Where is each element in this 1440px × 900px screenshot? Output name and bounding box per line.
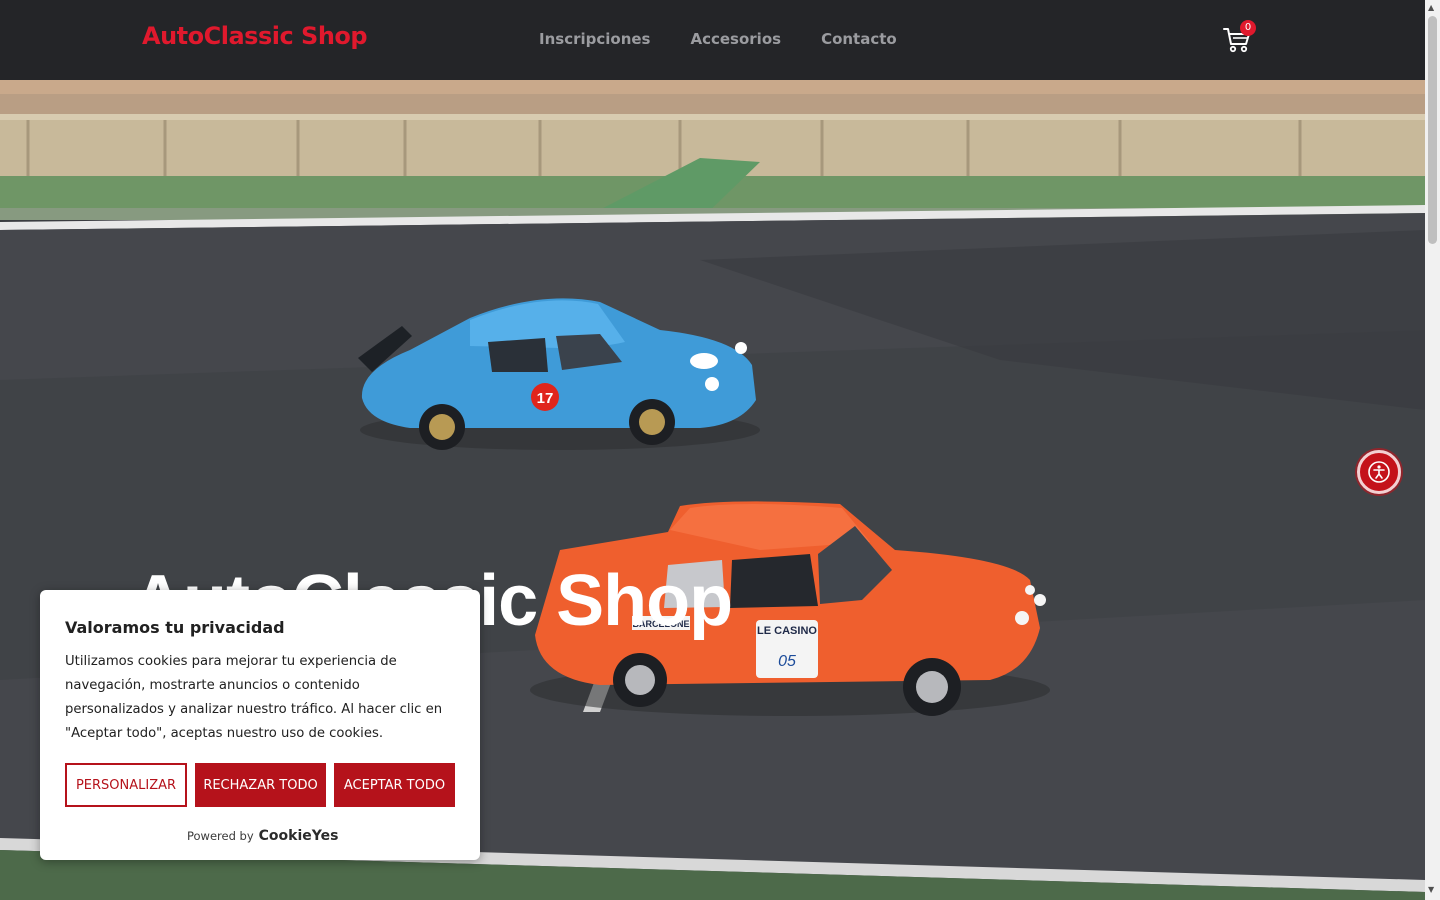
orange-car-plate: LE CASINO [757, 625, 817, 637]
nav-link-accesorios[interactable]: Accesorios [690, 30, 781, 48]
cookie-button-group: PERSONALIZAR RECHAZAR TODO ACEPTAR TODO [65, 763, 455, 807]
scroll-up-arrow-icon[interactable]: ▲ [1428, 3, 1434, 12]
site-header: AutoClassic Shop Inscripciones Accesorio… [0, 0, 1425, 80]
cookie-consent-banner: Valoramos tu privacidad Utilizamos cooki… [40, 590, 480, 860]
accessibility-button[interactable] [1357, 450, 1401, 494]
accept-all-button[interactable]: ACEPTAR TODO [334, 763, 455, 807]
nav-link-inscripciones[interactable]: Inscripciones [539, 30, 650, 48]
site-logo[interactable]: AutoClassic Shop [142, 22, 368, 50]
accessibility-icon [1368, 461, 1390, 483]
powered-by-label: Powered by [187, 829, 254, 843]
scroll-down-arrow-icon[interactable]: ▼ [1428, 885, 1434, 894]
orange-car-number: 05 [778, 653, 796, 670]
cart-count-badge: 0 [1240, 20, 1256, 36]
scrollbar-thumb[interactable] [1428, 16, 1437, 244]
nav-link-contacto[interactable]: Contacto [821, 30, 897, 48]
reject-all-button[interactable]: RECHAZAR TODO [195, 763, 326, 807]
blue-car-number: 17 [537, 390, 554, 407]
cookie-title: Valoramos tu privacidad [65, 618, 285, 637]
main-nav: Inscripciones Accesorios Contacto [539, 30, 897, 48]
powered-by[interactable]: Powered by CookieYes [187, 828, 338, 844]
customize-button[interactable]: PERSONALIZAR [65, 763, 187, 807]
cookie-description: Utilizamos cookies para mejorar tu exper… [65, 654, 443, 741]
cookieyes-logo: CookieYes [258, 828, 339, 844]
page: AutoClassic Shop Inscripciones Accesorio… [0, 0, 1425, 900]
